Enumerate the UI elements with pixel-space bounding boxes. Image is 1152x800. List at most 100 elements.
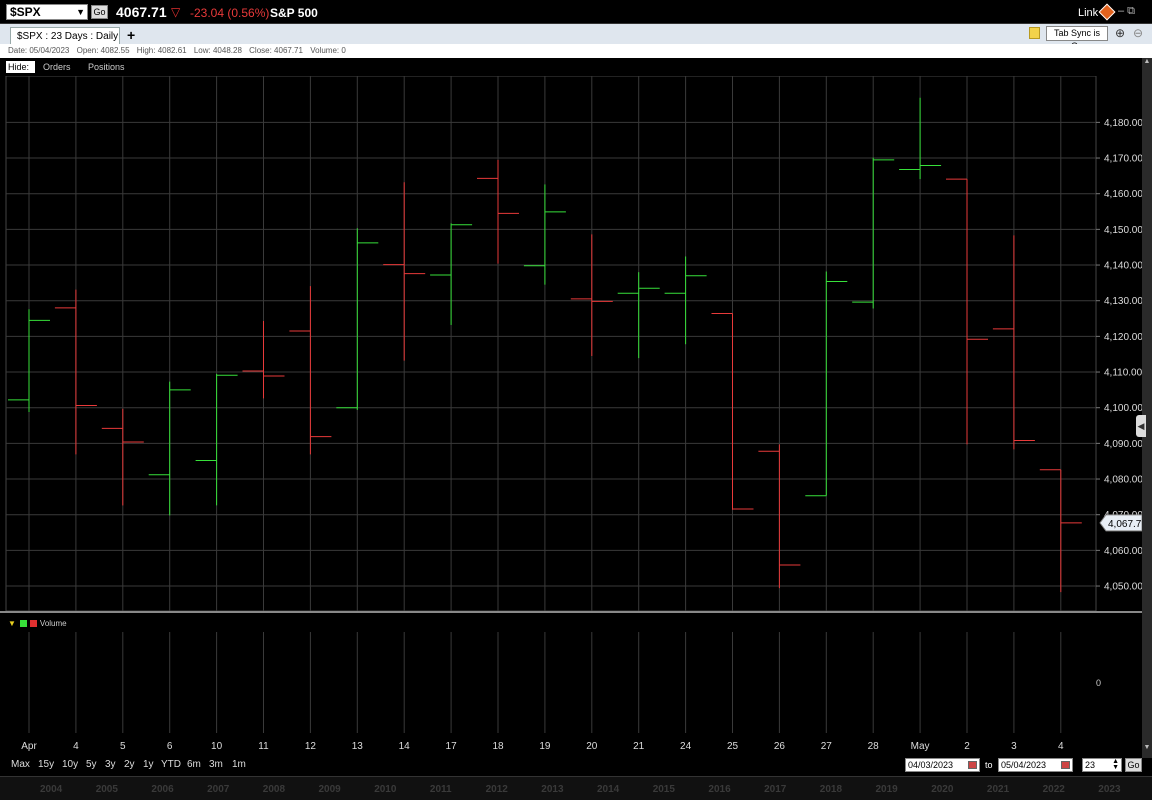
zoom-out-icon[interactable]: ⊖: [1133, 26, 1143, 40]
date-from-input[interactable]: 04/03/2023: [905, 758, 980, 772]
overview-year-label: 2018: [819, 784, 843, 795]
period-button[interactable]: 5y: [86, 759, 97, 770]
overview-year-label: 2017: [764, 784, 787, 795]
minimize-icon[interactable]: –: [1118, 5, 1127, 17]
y-tick-label: 4,160.00: [1104, 189, 1142, 200]
y-tick-label: 4,110.00: [1104, 368, 1142, 379]
x-tick-label: 6: [167, 741, 173, 752]
x-tick-label: 12: [305, 741, 317, 752]
calendar-icon[interactable]: [968, 761, 977, 769]
overview-year-label: 2019: [875, 784, 898, 795]
x-tick-label: 3: [1011, 741, 1017, 752]
last-price-label: 4,067.71: [1108, 519, 1142, 530]
y-tick-label: 4,100.00: [1104, 403, 1142, 414]
down-triangle-icon: ▽: [171, 5, 181, 19]
y-tick-label: 4,180.00: [1104, 118, 1142, 129]
popout-icon[interactable]: ⧉: [1127, 5, 1138, 17]
period-button[interactable]: 3y: [105, 759, 116, 770]
symbol-go-button[interactable]: Go: [91, 5, 108, 19]
y-tick-label: 4,150.00: [1104, 225, 1142, 236]
overview-year-label: 2007: [207, 784, 230, 795]
days-stepper[interactable]: 23 ▲ ▼: [1082, 758, 1122, 772]
overview-navigator[interactable]: 2004 2005 2006 2007 2008 2009 2010 2011 2012 2013…: [0, 776, 1152, 800]
scroll-up-icon[interactable]: ▲: [1142, 58, 1152, 70]
chart-window: $SPX ▼ Go 4067.71 ▽ -23.04 (0.56%) S&P 5…: [0, 0, 1152, 800]
period-button[interactable]: 15y: [38, 759, 54, 770]
y-tick-label: 4,050.00: [1104, 582, 1142, 593]
overview-year-label: 2004: [40, 784, 63, 795]
spinner-arrows-icon[interactable]: ▲ ▼: [1112, 758, 1119, 771]
y-tick-label: 4,090.00: [1104, 439, 1142, 450]
tab-spx-chart[interactable]: $SPX : 23 Days : Daily: [10, 27, 120, 44]
x-tick-label: 26: [774, 741, 786, 752]
orders-toggle[interactable]: Orders: [43, 62, 71, 72]
link-color-icon[interactable]: [1098, 3, 1116, 21]
tab-sync-button[interactable]: Tab Sync is On: [1046, 26, 1108, 51]
positions-toggle[interactable]: Positions: [88, 62, 125, 72]
x-tick-label: 11: [258, 741, 269, 752]
period-button[interactable]: 6m: [187, 759, 201, 770]
overview-year-label: 2008: [262, 784, 286, 795]
x-tick-label: May: [911, 741, 930, 752]
overview-year-label: 2023: [1098, 784, 1121, 795]
info-date: Date: 05/04/2023: [8, 46, 70, 55]
window-controls[interactable]: –⧉: [1118, 5, 1138, 18]
scroll-down-icon[interactable]: ▼: [1142, 744, 1152, 756]
x-tick-label: 2: [964, 741, 970, 752]
period-button[interactable]: YTD: [161, 759, 181, 770]
overview-year-label: 2005: [95, 784, 118, 795]
info-low: Low: 4048.28: [193, 46, 242, 55]
x-tick-label: 24: [680, 741, 692, 752]
chevron-down-icon[interactable]: ▼: [76, 5, 85, 19]
period-button[interactable]: 10y: [62, 759, 78, 770]
symbol-input[interactable]: $SPX ▼: [6, 4, 88, 20]
x-tick-label: 4: [73, 741, 79, 752]
add-tab-button[interactable]: +: [127, 27, 135, 43]
days-value: 23: [1085, 760, 1096, 770]
overview-year-label: 2015: [652, 784, 675, 795]
zoom-in-icon[interactable]: ⊕: [1115, 26, 1125, 40]
hide-button[interactable]: Hide:: [6, 61, 35, 73]
info-open: Open: 4082.55: [76, 46, 130, 55]
x-tick-label: 10: [211, 741, 223, 752]
overview-year-label: 2009: [318, 784, 341, 795]
price-change: -23.04 (0.56%): [190, 6, 270, 20]
ohlc-info-line: Date: 05/04/2023 Open: 4082.55 High: 408…: [0, 44, 1152, 58]
date-to-label: to: [985, 760, 993, 770]
range-go-button[interactable]: Go: [1125, 758, 1142, 772]
symbol-name: S&P 500: [270, 6, 318, 20]
overview-year-label: 2014: [597, 784, 620, 795]
volume-up-swatch: [19, 619, 27, 627]
y-tick-label: 4,140.00: [1104, 261, 1142, 272]
date-from-value: 04/03/2023: [908, 760, 954, 770]
overview-year-label: 2006: [151, 784, 174, 795]
x-tick-label: 18: [492, 741, 504, 752]
period-button[interactable]: 2y: [124, 759, 135, 770]
volume-down-swatch: [29, 619, 37, 627]
vertical-scrollbar[interactable]: [1142, 58, 1152, 758]
collapse-panel-icon[interactable]: ◀: [1136, 415, 1146, 437]
note-icon[interactable]: [1029, 27, 1040, 39]
calendar-icon[interactable]: [1061, 761, 1070, 769]
volume-legend: ▼ Volume: [8, 617, 67, 629]
last-price: 4067.71: [116, 4, 167, 20]
overview-year-label: 2020: [931, 784, 954, 795]
period-button[interactable]: 1m: [232, 759, 246, 770]
x-tick-label: 17: [446, 741, 458, 752]
overview-year-label: 2012: [485, 784, 508, 795]
info-close: Close: 4067.71: [249, 46, 303, 55]
period-button[interactable]: 1y: [143, 759, 154, 770]
collapse-triangle-icon[interactable]: ▼: [8, 619, 16, 628]
price-chart[interactable]: 4,180.00 4,170.00 4,160.00 4,150.00 4,140.00…: [0, 76, 1142, 756]
info-high: High: 4082.61: [136, 46, 187, 55]
x-tick-label: 25: [727, 741, 739, 752]
date-to-input[interactable]: 05/04/2023: [998, 758, 1073, 772]
link-label[interactable]: Link: [1078, 7, 1098, 19]
x-tick-label: 21: [633, 741, 645, 752]
y-tick-label: 4,060.00: [1104, 546, 1142, 557]
x-tick-label: 4: [1058, 741, 1064, 752]
overview-year-label: 2021: [986, 784, 1010, 795]
quote-bar: $SPX ▼ Go 4067.71 ▽ -23.04 (0.56%) S&P 5…: [0, 0, 1152, 24]
period-button[interactable]: Max: [11, 759, 30, 770]
period-button[interactable]: 3m: [209, 759, 223, 770]
